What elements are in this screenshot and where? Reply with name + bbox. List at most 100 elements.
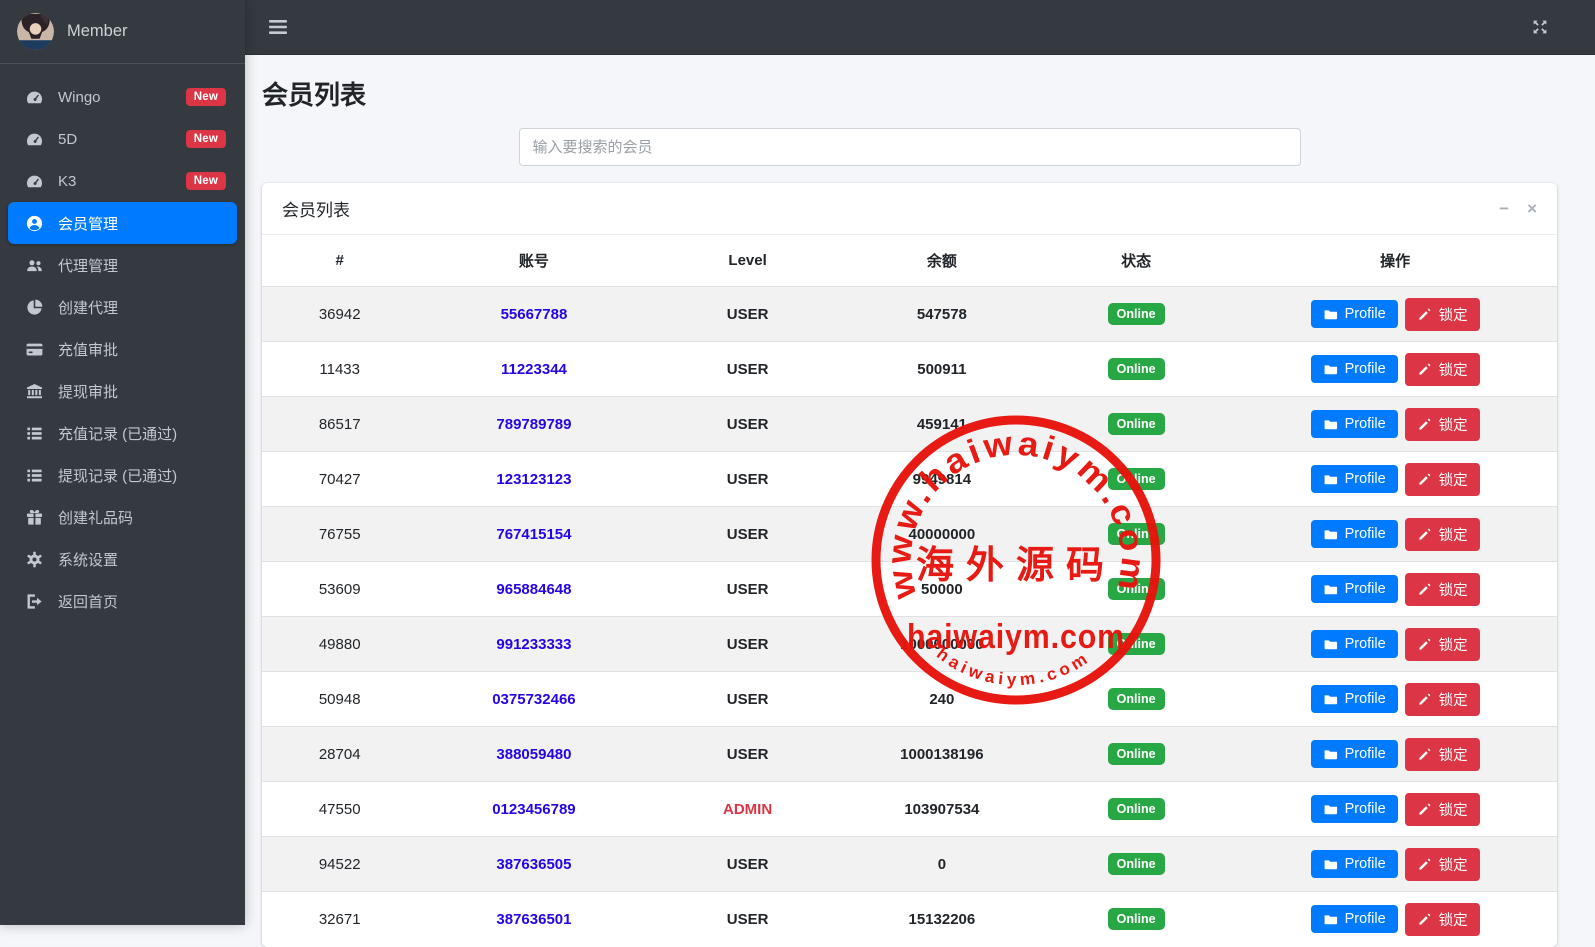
pencil-icon xyxy=(1417,307,1432,322)
lock-button[interactable]: 锁定 xyxy=(1404,352,1480,386)
member-balance: 500911 xyxy=(917,360,967,378)
member-id: 32671 xyxy=(262,891,418,947)
user-name[interactable]: Member xyxy=(67,22,128,41)
sidebar-toggle-button[interactable] xyxy=(269,19,287,35)
member-row: 28704 388059480 USER 1000138196 Online Profil… xyxy=(262,726,1557,782)
sidebar-item-0[interactable]: Wingo New xyxy=(8,76,237,118)
profile-button[interactable]: Profile xyxy=(1310,685,1398,713)
profile-button[interactable]: Profile xyxy=(1310,905,1398,934)
folder-icon xyxy=(1323,307,1338,322)
account-link[interactable]: 0123456789 xyxy=(492,801,575,818)
member-row: 53609 965884648 USER 50000 Online Profile 锁定 xyxy=(262,561,1557,617)
lock-button[interactable]: 锁定 xyxy=(1404,847,1480,881)
sidebar-item-10[interactable]: 创建礼品码 xyxy=(8,496,237,538)
column-header: 状态 xyxy=(1038,235,1234,287)
account-link[interactable]: 387636505 xyxy=(496,856,571,873)
account-link[interactable]: 789789789 xyxy=(496,416,571,433)
account-link[interactable]: 55667788 xyxy=(501,306,568,323)
profile-button[interactable]: Profile xyxy=(1310,520,1398,548)
fullscreen-button[interactable] xyxy=(1531,18,1549,36)
member-table: # 账号 Level 余额 状态 操作 36942 55667788 USER 547578 On… xyxy=(262,235,1557,947)
profile-button[interactable]: Profile xyxy=(1310,465,1398,493)
account-link[interactable]: 991233333 xyxy=(496,636,571,653)
member-balance: 0 xyxy=(937,855,947,873)
account-link[interactable]: 387636501 xyxy=(496,911,571,928)
sidebar: Member Wingo New 5D New K3 New 会员管理 代理管理 创建代理 充值审… xyxy=(0,0,245,925)
sidebar-item-6[interactable]: 充值审批 xyxy=(8,328,237,370)
lock-button[interactable]: 锁定 xyxy=(1404,407,1480,441)
lock-button[interactable]: 锁定 xyxy=(1404,462,1480,496)
account-link[interactable]: 0375732466 xyxy=(492,691,575,708)
pencil-icon xyxy=(1417,472,1432,487)
card-title: 会员列表 xyxy=(282,201,350,220)
minimize-icon[interactable]: − xyxy=(1499,200,1509,217)
sidebar-item-label: Wingo xyxy=(58,88,101,106)
member-level: USER xyxy=(726,360,769,378)
profile-button[interactable]: Profile xyxy=(1310,740,1398,768)
new-badge: New xyxy=(185,88,226,106)
close-icon[interactable]: × xyxy=(1527,200,1537,217)
users-icon xyxy=(23,256,45,275)
account-link[interactable]: 965884648 xyxy=(496,581,571,598)
profile-button[interactable]: Profile xyxy=(1310,410,1398,438)
column-header: 余额 xyxy=(844,235,1039,287)
status-badge: Online xyxy=(1107,468,1165,490)
member-balance: 547578 xyxy=(916,305,967,323)
sign-out-icon xyxy=(23,592,45,611)
status-badge: Online xyxy=(1107,688,1165,710)
sidebar-item-7[interactable]: 提现审批 xyxy=(8,370,237,412)
column-header: 操作 xyxy=(1233,235,1557,287)
member-row: 49880 991233333 USER 1000000000 Online Profil… xyxy=(262,616,1557,672)
pencil-icon xyxy=(1417,857,1432,872)
sidebar-item-5[interactable]: 创建代理 xyxy=(8,286,237,328)
folder-icon xyxy=(1323,747,1338,762)
account-link[interactable]: 388059480 xyxy=(496,746,571,763)
avatar[interactable] xyxy=(17,13,54,50)
status-badge: Online xyxy=(1107,743,1165,765)
sidebar-item-8[interactable]: 充值记录 (已通过) xyxy=(8,412,237,454)
member-row: 70427 123123123 USER 9949814 Online Profile 锁定 xyxy=(262,451,1557,507)
lock-button[interactable]: 锁定 xyxy=(1404,792,1480,826)
tachometer-icon xyxy=(23,130,45,149)
expand-arrows-icon xyxy=(1533,20,1547,34)
list-icon xyxy=(23,424,45,443)
sidebar-item-11[interactable]: 系统设置 xyxy=(8,538,237,580)
member-level: USER xyxy=(726,745,769,763)
list-icon xyxy=(23,466,45,485)
lock-button[interactable]: 锁定 xyxy=(1404,572,1480,606)
account-link[interactable]: 11223344 xyxy=(501,361,567,378)
gift-icon xyxy=(23,508,45,527)
profile-button[interactable]: Profile xyxy=(1310,300,1398,328)
folder-icon xyxy=(1323,527,1338,542)
member-id: 36942 xyxy=(262,286,418,342)
lock-button[interactable]: 锁定 xyxy=(1404,902,1480,936)
account-link[interactable]: 767415154 xyxy=(496,526,571,543)
lock-button[interactable]: 锁定 xyxy=(1404,737,1480,771)
member-id: 50948 xyxy=(262,671,418,727)
search-input[interactable] xyxy=(518,128,1301,166)
member-level: USER xyxy=(726,415,769,433)
sidebar-item-12[interactable]: 返回首页 xyxy=(8,580,237,622)
profile-button[interactable]: Profile xyxy=(1310,850,1398,878)
profile-button[interactable]: Profile xyxy=(1310,630,1398,658)
sidebar-item-3[interactable]: 会员管理 xyxy=(8,202,237,244)
profile-button[interactable]: Profile xyxy=(1310,355,1398,383)
folder-icon xyxy=(1323,802,1338,817)
folder-icon xyxy=(1323,857,1338,872)
sidebar-item-2[interactable]: K3 New xyxy=(8,160,237,202)
profile-button[interactable]: Profile xyxy=(1310,575,1398,603)
search-row xyxy=(262,128,1557,166)
pencil-icon xyxy=(1417,582,1432,597)
sidebar-user-panel: Member xyxy=(0,0,245,64)
profile-button[interactable]: Profile xyxy=(1310,795,1398,823)
pencil-icon xyxy=(1417,417,1432,432)
sidebar-item-9[interactable]: 提现记录 (已通过) xyxy=(8,454,237,496)
lock-button[interactable]: 锁定 xyxy=(1404,682,1480,716)
account-link[interactable]: 123123123 xyxy=(496,471,571,488)
sidebar-item-1[interactable]: 5D New xyxy=(8,118,237,160)
sidebar-item-4[interactable]: 代理管理 xyxy=(8,244,237,286)
lock-button[interactable]: 锁定 xyxy=(1404,517,1480,551)
lock-button[interactable]: 锁定 xyxy=(1404,627,1480,661)
member-row: 50948 0375732466 USER 240 Online Profile 锁定 xyxy=(262,671,1557,727)
lock-button[interactable]: 锁定 xyxy=(1404,297,1480,331)
